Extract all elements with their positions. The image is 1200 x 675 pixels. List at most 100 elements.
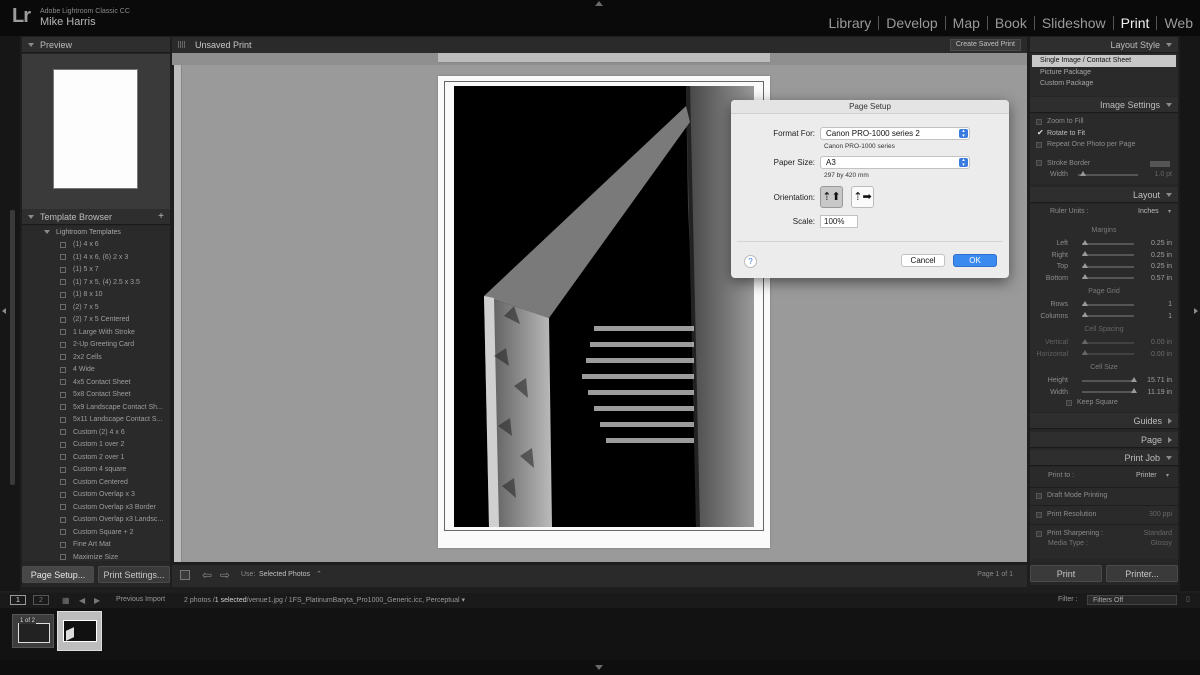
layout-style-header[interactable]: Layout Style [1030, 37, 1178, 53]
margin-slider[interactable] [1082, 251, 1134, 257]
image-settings-header[interactable]: Image Settings [1030, 97, 1178, 113]
module-library[interactable]: Library [822, 15, 879, 31]
template-folder[interactable]: Lightroom Templates [22, 226, 170, 239]
cell-size-value[interactable]: 11.19 in [1148, 389, 1172, 396]
template-item[interactable]: 2x2 Cells [22, 351, 170, 364]
layout-header[interactable]: Layout [1030, 187, 1178, 203]
slider-knob[interactable] [1082, 338, 1088, 344]
secondary-window-toggle[interactable]: 2 [33, 595, 49, 605]
landscape-orientation-button[interactable]: ⇡➡ [851, 186, 874, 208]
stroke-border-row[interactable]: Stroke Border [1030, 158, 1178, 170]
print-photo[interactable] [454, 86, 754, 527]
template-item[interactable]: 4x5 Contact Sheet [22, 376, 170, 389]
print-sharpening-select[interactable]: Standard [1144, 530, 1172, 537]
template-item[interactable]: 1 Large With Stroke [22, 326, 170, 339]
stroke-width-slider[interactable] [1078, 170, 1138, 176]
show-options-checkbox[interactable] [180, 570, 190, 580]
template-item[interactable]: Custom Overlap x3 Landsc... [22, 514, 170, 527]
grid-slider[interactable] [1082, 312, 1134, 318]
margin-slider[interactable] [1082, 262, 1134, 268]
template-item[interactable]: (1) 5 x 7 [22, 264, 170, 277]
preview-header[interactable]: Preview [22, 37, 170, 53]
template-item[interactable]: (1) 8 x 10 [22, 289, 170, 302]
filmstrip-info[interactable]: 2 photos /1 selected/venue1.jpg / 1FS_Pl… [184, 596, 465, 604]
previous-page-icon[interactable]: ⇦ [202, 568, 212, 582]
keep-square-checkbox[interactable] [1066, 399, 1072, 406]
filter-select[interactable]: Filters Off [1087, 595, 1177, 605]
scale-input[interactable]: 100% [820, 215, 858, 228]
template-item[interactable]: 2-Up Greeting Card [22, 339, 170, 352]
forward-arrow-icon[interactable]: ▶ [94, 596, 100, 605]
grid-value[interactable]: 1 [1168, 301, 1172, 308]
filmstrip-thumb-2-selected[interactable] [57, 611, 102, 651]
add-template-icon[interactable]: + [158, 211, 164, 222]
module-web[interactable]: Web [1157, 15, 1200, 31]
margin-value[interactable]: 0.25 in [1151, 252, 1172, 259]
paper-size-select[interactable]: A3 ▴ ▾ [820, 156, 970, 169]
template-item[interactable]: Custom 1 over 2 [22, 439, 170, 452]
format-for-select[interactable]: Canon PRO-1000 series 2 ▴ ▾ [820, 127, 970, 140]
template-item[interactable]: 4 Wide [22, 364, 170, 377]
template-item[interactable]: (2) 7 x 5 [22, 301, 170, 314]
guides-header[interactable]: Guides [1030, 413, 1178, 429]
use-selector[interactable]: Selected Photos [259, 571, 310, 578]
main-window-toggle[interactable]: 1 [10, 595, 26, 605]
stroke-color-swatch[interactable] [1150, 160, 1170, 167]
margin-slider[interactable] [1082, 239, 1134, 245]
media-type-select[interactable]: Glossy [1151, 540, 1172, 547]
slider-knob[interactable] [1082, 312, 1088, 318]
print-resolution-checkbox[interactable] [1036, 511, 1042, 518]
print-button[interactable]: Print [1030, 565, 1102, 582]
page-setup-button[interactable]: Page Setup... [22, 566, 94, 583]
print-settings-button[interactable]: Print Settings... [98, 566, 170, 583]
template-item[interactable]: Custom Overlap x3 Border [22, 501, 170, 514]
slider-knob[interactable] [1082, 251, 1088, 257]
margin-slider[interactable] [1082, 274, 1134, 280]
print-job-header[interactable]: Print Job [1030, 450, 1178, 466]
template-item[interactable]: (1) 7 x 5, (4) 2.5 x 3.5 [22, 276, 170, 289]
next-page-icon[interactable]: ⇨ [220, 568, 230, 582]
template-item[interactable]: Custom 4 square [22, 464, 170, 477]
zoom-to-fill-checkbox[interactable] [1036, 118, 1042, 125]
template-item[interactable]: Custom (2) 4 x 6 [22, 426, 170, 439]
print-sharpening-row[interactable]: Print Sharpening : [1030, 528, 1103, 540]
help-button[interactable]: ? [744, 255, 757, 268]
module-print[interactable]: Print [1114, 15, 1157, 31]
create-saved-print-button[interactable]: Create Saved Print [949, 39, 1021, 51]
grid-view-icon[interactable]: ▦ [62, 596, 70, 605]
cell-size-value[interactable]: 15.71 in [1147, 377, 1172, 384]
portrait-orientation-button[interactable]: ⇡⬆ [820, 186, 843, 208]
ruler-units-dropdown-icon[interactable]: ▾ [1168, 208, 1171, 215]
spacing-value[interactable]: 0.00 in [1151, 351, 1172, 358]
template-item[interactable]: 5x9 Landscape Contact Sh... [22, 401, 170, 414]
slider-knob[interactable] [1080, 170, 1086, 176]
left-panel-toggle-icon[interactable] [2, 308, 6, 314]
template-item[interactable]: Maximize Size [22, 551, 170, 561]
printer-button[interactable]: Printer... [1106, 565, 1178, 582]
slider-knob[interactable] [1131, 376, 1137, 382]
template-item[interactable]: Custom Centered [22, 476, 170, 489]
cell-size-slider[interactable] [1082, 388, 1137, 394]
cancel-button[interactable]: Cancel [901, 254, 945, 267]
spacing-slider[interactable] [1082, 350, 1134, 356]
filmstrip-source[interactable]: Previous Import [116, 596, 165, 603]
layout-style-custom-package[interactable]: Custom Package [1032, 78, 1176, 90]
slider-knob[interactable] [1082, 274, 1088, 280]
rotate-to-fit-row[interactable]: ✔ Rotate to Fit [1030, 128, 1178, 140]
template-item[interactable]: (1) 4 x 6, (6) 2 x 3 [22, 251, 170, 264]
grid-value[interactable]: 1 [1168, 313, 1172, 320]
module-map[interactable]: Map [946, 15, 987, 31]
template-item[interactable]: Custom Square + 2 [22, 526, 170, 539]
module-book[interactable]: Book [988, 15, 1034, 31]
template-item[interactable]: (1) 4 x 6 [22, 239, 170, 252]
spacing-value[interactable]: 0.00 in [1151, 339, 1172, 346]
cell-size-slider[interactable] [1082, 376, 1137, 382]
template-item[interactable]: 5x8 Contact Sheet [22, 389, 170, 402]
draft-mode-checkbox[interactable] [1036, 492, 1042, 499]
rotate-to-fit-checkbox[interactable]: ✔ [1036, 129, 1044, 137]
slider-knob[interactable] [1082, 350, 1088, 356]
ruler-units-select[interactable]: Inches [1138, 208, 1159, 215]
use-dropdown-icon[interactable]: ⌃ [316, 570, 322, 578]
margin-value[interactable]: 0.25 in [1151, 263, 1172, 270]
template-item[interactable]: Fine Art Mat [22, 539, 170, 552]
